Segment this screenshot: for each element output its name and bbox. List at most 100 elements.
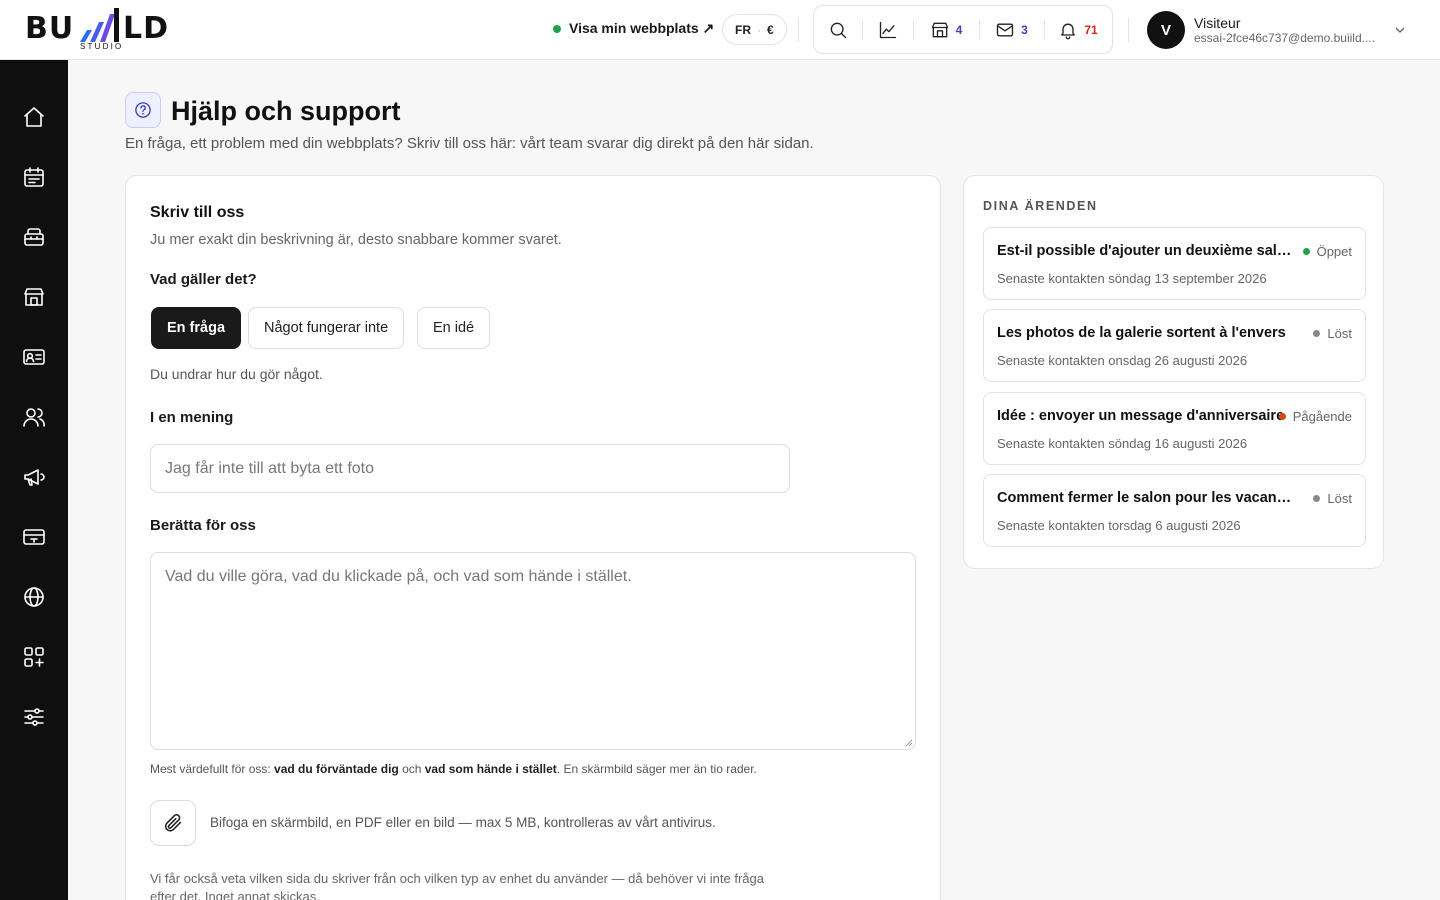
language-code: FR — [735, 22, 751, 37]
status-label: Löst — [1327, 491, 1352, 506]
ticket-title: Idée : envoyer un message d'anniversaire — [997, 408, 1285, 424]
toolbar-group: 4 3 71 — [813, 5, 1113, 54]
page-title: Hjälp och support — [171, 96, 401, 126]
summary-label: I en mening — [150, 409, 234, 426]
ticket-date: Senaste kontakten onsdag 26 augusti 2026 — [997, 353, 1248, 368]
topic-question-button[interactable]: En fråga — [151, 307, 242, 349]
language-currency-selector[interactable]: FR · € — [722, 14, 787, 45]
summary-input[interactable]: Jag får inte till att byta ett foto — [150, 444, 790, 493]
users-icon — [23, 408, 45, 427]
separator-dot: · — [757, 22, 761, 37]
ticket-item[interactable]: Les photos de la galerie sortent à l'env… — [983, 309, 1366, 382]
topic-idea-button[interactable]: En idé — [417, 307, 491, 349]
ticket-status: Löst — [1313, 326, 1352, 341]
details-label: Berätta för oss — [150, 517, 256, 534]
sidebar-item-settings[interactable] — [14, 697, 54, 737]
resize-handle-icon[interactable] — [905, 739, 913, 747]
bell-icon — [1061, 23, 1076, 39]
user-menu[interactable]: V Visiteur essai-2fce46c737@demo.buiild.… — [1147, 11, 1375, 49]
form-title: Skriv till oss — [150, 204, 245, 221]
divider — [1128, 18, 1129, 42]
sidebar-item-calendar[interactable] — [14, 157, 54, 197]
store-icon — [931, 22, 948, 37]
status-label: Löst — [1327, 326, 1352, 341]
question-circle-icon — [135, 102, 151, 118]
store-icon — [24, 288, 44, 306]
ticket-title: Les photos de la galerie sortent à l'env… — [997, 325, 1286, 341]
sidebar-item-home[interactable] — [14, 97, 54, 137]
top-bar: BU LD STUDIO Visa min webbplats ↗ FR · €… — [0, 0, 1440, 60]
details-note: Mest värdefullt för oss: vad du förvänta… — [150, 762, 757, 776]
messages-count: 3 — [1021, 22, 1028, 37]
ticket-title: Comment fermer le salon pour les vacance… — [997, 490, 1293, 506]
sidebar — [0, 60, 68, 900]
status-label: Öppet — [1316, 244, 1352, 259]
tickets-title: DINA ÄRENDEN — [983, 199, 1098, 213]
sidebar-item-website[interactable] — [14, 577, 54, 617]
paperclip-icon — [164, 814, 182, 832]
sliders-icon — [24, 708, 44, 726]
sidebar-item-services[interactable] — [14, 217, 54, 257]
status-dot — [1278, 413, 1286, 420]
ticket-date: Senaste kontakten torsdag 6 augusti 2026 — [997, 518, 1241, 533]
status-label: Pågående — [1292, 409, 1352, 424]
build-studio-logo[interactable]: BU LD STUDIO — [25, 8, 185, 52]
logo-letters: BU — [25, 11, 75, 46]
analytics-button[interactable] — [862, 6, 913, 53]
visit-site-label: Visa min webbplats ↗ — [569, 20, 715, 36]
sidebar-item-payments[interactable] — [14, 517, 54, 557]
logo-letters-end: LD — [123, 11, 170, 46]
user-name: Visiteur — [1194, 14, 1241, 31]
divider — [798, 18, 799, 42]
details-placeholder: Vad du ville göra, vad du klickade på, o… — [165, 568, 632, 585]
sidebar-item-shop[interactable] — [14, 277, 54, 317]
ticket-item[interactable]: Idée : envoyer un message d'anniversaire… — [983, 392, 1366, 465]
visit-site-link[interactable]: Visa min webbplats ↗ — [553, 20, 714, 37]
details-textarea[interactable]: Vad du ville göra, vad du klickade på, o… — [150, 552, 916, 750]
topic-label: Vad gäller det? — [150, 271, 257, 288]
topic-problem-button[interactable]: Något fungerar inte — [248, 307, 405, 349]
ticket-item[interactable]: Comment fermer le salon pour les vacance… — [983, 474, 1366, 547]
notifications-count: 71 — [1084, 22, 1098, 37]
currency-symbol: € — [767, 22, 774, 37]
online-status-dot — [553, 24, 561, 33]
ticket-status: Öppet — [1302, 244, 1352, 259]
contact-form-card: Skriv till oss Ju mer exakt din beskrivn… — [125, 175, 941, 900]
sidebar-item-apps[interactable] — [14, 637, 54, 677]
sidebar-item-marketing[interactable] — [14, 457, 54, 497]
ticket-title: Est-il possible d'ajouter un deuxième sa… — [997, 243, 1293, 259]
form-subtitle: Ju mer exakt din beskrivning är, desto s… — [150, 232, 562, 248]
status-dot — [1302, 248, 1310, 255]
sites-button[interactable]: 4 — [913, 6, 979, 53]
id-card-icon — [23, 349, 45, 365]
logo-bars-icon — [80, 8, 119, 42]
logo-subtitle: STUDIO — [80, 42, 124, 51]
sidebar-item-contacts[interactable] — [14, 337, 54, 377]
calendar-icon — [24, 167, 44, 187]
ticket-status: Pågående — [1278, 409, 1352, 424]
avatar: V — [1147, 11, 1185, 49]
attach-file-button[interactable] — [150, 800, 196, 846]
search-icon — [830, 22, 847, 38]
privacy-note: Vi får också veta vilken sida du skriver… — [150, 871, 764, 900]
ticket-item[interactable]: Est-il possible d'ajouter un deuxième sa… — [983, 227, 1366, 300]
sidebar-item-team[interactable] — [14, 397, 54, 437]
cabinet-icon — [24, 228, 44, 246]
help-badge — [125, 92, 161, 128]
sites-count: 4 — [955, 22, 963, 37]
tickets-panel: DINA ÄRENDEN Est-il possible d'ajouter u… — [963, 175, 1384, 569]
home-icon — [24, 107, 44, 127]
status-dot — [1313, 330, 1321, 337]
user-info: Visiteur essai-2fce46c737@demo.buiild...… — [1194, 15, 1375, 46]
search-button[interactable] — [814, 6, 862, 53]
status-dot — [1313, 495, 1321, 502]
messages-button[interactable]: 3 — [979, 6, 1044, 53]
payment-card-icon — [23, 529, 45, 545]
page-subtitle: En fråga, ett problem med din webbplats?… — [125, 135, 814, 152]
attach-text: Bifoga en skärmbild, en PDF eller en bil… — [210, 815, 716, 830]
megaphone-icon — [24, 469, 45, 486]
chevron-down-icon[interactable] — [1394, 24, 1406, 36]
chart-line-icon — [879, 21, 896, 38]
globe-icon — [24, 587, 44, 607]
notifications-button[interactable]: 71 — [1044, 6, 1112, 53]
